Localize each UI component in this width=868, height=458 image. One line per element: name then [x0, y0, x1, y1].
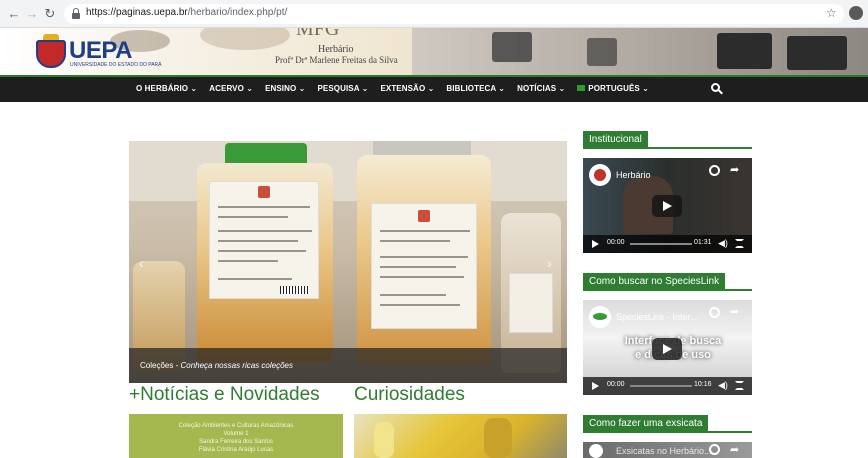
nav-item-acervo[interactable]: ACERVO ⌄	[209, 84, 253, 93]
address-bar[interactable]: https://paginas.uepa.br/herbario/index.p…	[64, 4, 844, 24]
uepa-logo[interactable]	[36, 34, 66, 70]
channel-logo[interactable]	[589, 164, 611, 186]
widget-header-institucional: Institucional	[583, 131, 752, 149]
video-controls: 00:00 10:16 ◀)	[583, 377, 752, 395]
slider-caption-bar: Coleções - Conheça nossas ricas coleções	[129, 348, 567, 383]
nav-item-extensao[interactable]: EXTENSÃO ⌄	[380, 84, 434, 93]
widget-header-exsicata: Como fazer uma exsicata	[583, 415, 752, 433]
video-controls: 00:00 01:31 ◀)	[583, 235, 752, 253]
channel-logo[interactable]	[589, 444, 603, 458]
nav-item-ensino[interactable]: ENSINO ⌄	[265, 84, 305, 93]
image-slider[interactable]: ‹ › Coleções - Conheça nossas ricas cole…	[129, 141, 567, 383]
bookmark-star-icon[interactable]: ☆	[826, 6, 837, 20]
time-current: 00:00	[607, 381, 625, 388]
play-icon[interactable]	[592, 240, 599, 248]
herbario-subtitle: Profª Drª Marlene Freitas da Silva	[275, 55, 398, 65]
search-icon[interactable]	[711, 83, 723, 95]
specimen-jar	[357, 155, 491, 365]
nav-item-pesquisa[interactable]: PESQUISA ⌄	[317, 84, 368, 93]
widget-title: Como fazer uma exsicata	[583, 415, 709, 433]
time-current: 00:00	[607, 239, 625, 246]
jar-label	[509, 273, 553, 333]
share-icon[interactable]: ➦	[730, 305, 739, 318]
jar-label	[371, 203, 477, 329]
watch-later-icon[interactable]	[709, 307, 720, 318]
play-button[interactable]	[652, 195, 682, 217]
watch-later-icon[interactable]	[709, 444, 720, 455]
browser-toolbar: ← → ↻ https://paginas.uepa.br/herbario/i…	[0, 0, 868, 28]
video-title[interactable]: Exsicatas no Herbário...	[616, 446, 712, 456]
forward-icon[interactable]: →	[24, 6, 40, 22]
nav-item-noticias[interactable]: NOTÍCIAS ⌄	[517, 84, 565, 93]
brand-subtitle: UNIVERSIDADE DO ESTADO DO PARÁ	[70, 62, 162, 68]
main-nav: O HERBÁRIO ⌄ ACERVO ⌄ ENSINO ⌄ PESQUISA …	[0, 75, 868, 102]
time-total: 10:16	[694, 381, 712, 388]
video-player-exsicata[interactable]: Exsicatas no Herbário... ➦	[583, 442, 752, 458]
book-volume: Volume 1	[223, 431, 249, 437]
chair-shape	[492, 32, 532, 62]
fullscreen-icon[interactable]	[735, 239, 744, 248]
specimen-jar	[197, 163, 333, 363]
news-thumbnail[interactable]: Coleção Ambientes e Culturas Amazônicas …	[129, 414, 343, 458]
share-icon[interactable]: ➦	[730, 443, 739, 456]
brazil-flag-icon	[577, 85, 586, 91]
slider-caption[interactable]: Coleções - Conheça nossas ricas coleções	[140, 361, 293, 370]
herbario-title: Herbário	[318, 44, 354, 55]
header-photo	[412, 28, 868, 75]
nav-item-biblioteca[interactable]: BIBLIOTECA ⌄	[446, 84, 505, 93]
chair-shape	[717, 33, 772, 69]
widget-header-specieslink: Como buscar no SpeciesLink	[583, 273, 752, 291]
jar-label	[209, 181, 319, 299]
site-header: UEPA UNIVERSIDADE DO ESTADO DO PARÁ MFG …	[0, 28, 868, 75]
share-icon[interactable]: ➦	[730, 163, 739, 176]
video-title[interactable]: Herbário	[616, 170, 651, 180]
volume-icon[interactable]: ◀)	[718, 238, 728, 249]
lock-icon	[72, 8, 80, 19]
header-mp-logo: MFG	[296, 28, 340, 40]
profile-avatar[interactable]	[849, 6, 863, 20]
book-title: Coleção Ambientes e Culturas Amazônicas	[178, 423, 294, 429]
language-selector[interactable]: PORTUGUÊS ⌄	[577, 84, 649, 93]
watch-later-icon[interactable]	[709, 165, 720, 176]
channel-logo[interactable]	[589, 306, 611, 328]
volume-icon[interactable]: ◀)	[718, 380, 728, 391]
nav-item-herbario[interactable]: O HERBÁRIO ⌄	[136, 84, 197, 93]
widget-title: Como buscar no SpeciesLink	[583, 273, 726, 291]
play-button[interactable]	[652, 338, 682, 360]
chair-shape	[587, 38, 617, 66]
brand-name[interactable]: UEPA	[69, 37, 132, 65]
fullscreen-icon[interactable]	[735, 381, 744, 390]
video-player-institucional[interactable]: Herbário ➦ 00:00 01:31 ◀)	[583, 158, 752, 253]
widget-title: Institucional	[583, 131, 648, 149]
url-text: https://paginas.uepa.br/herbario/index.p…	[86, 7, 288, 18]
shelf-background	[129, 141, 567, 201]
time-total: 01:31	[694, 239, 712, 246]
progress-bar[interactable]	[630, 385, 692, 387]
progress-bar[interactable]	[630, 243, 692, 245]
reload-icon[interactable]: ↻	[42, 6, 58, 22]
video-player-specieslink[interactable]: SpeciesLink - Inter... ➦ Interface de bu…	[583, 300, 752, 395]
video-title[interactable]: SpeciesLink - Inter...	[616, 312, 698, 322]
slider-next-icon[interactable]: ›	[547, 255, 552, 271]
leaf-decoration	[200, 28, 290, 50]
header-banner: UEPA UNIVERSIDADE DO ESTADO DO PARÁ MFG …	[0, 28, 412, 75]
slider-prev-icon[interactable]: ‹	[139, 255, 144, 271]
back-icon[interactable]: ←	[6, 6, 22, 22]
chair-shape	[787, 36, 847, 70]
curiosities-thumbnail[interactable]	[354, 414, 567, 458]
book-author-1: Sandra Ferreira dos Santos	[199, 439, 273, 445]
book-author-2: Flávia Cristina Araújo Lucas	[198, 447, 274, 453]
news-section-title[interactable]: +Notícias e Novidades	[129, 384, 320, 406]
play-icon[interactable]	[592, 382, 599, 390]
curiosities-section-title[interactable]: Curiosidades	[354, 384, 465, 406]
